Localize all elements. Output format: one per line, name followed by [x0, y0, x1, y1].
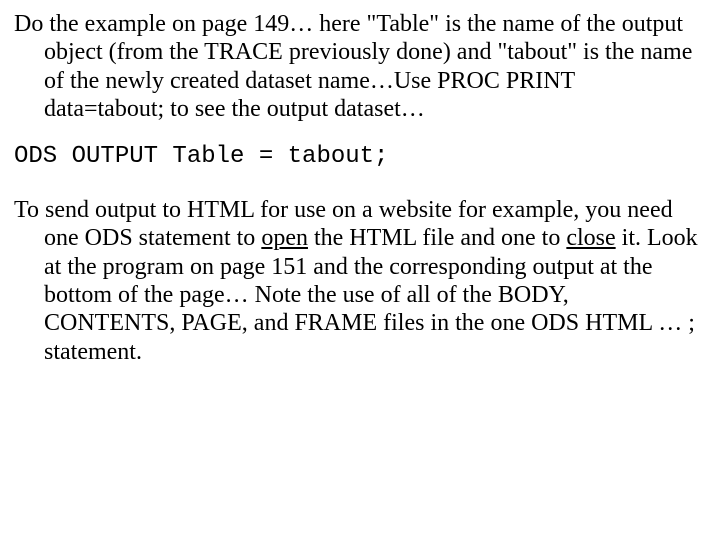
- para2-text-2: the HTML file and one to: [308, 225, 566, 251]
- code-line-ods-output: ODS OUTPUT Table = tabout;: [14, 143, 700, 172]
- paragraph-1: Do the example on page 149… here "Table"…: [14, 10, 700, 123]
- slide-body: Do the example on page 149… here "Table"…: [0, 0, 720, 540]
- para1-text: Do the example on page 149… here "Table"…: [14, 11, 692, 122]
- paragraph-2: To send output to HTML for use on a webs…: [14, 196, 700, 366]
- para2-underline-close: close: [566, 225, 615, 251]
- para2-underline-open: open: [261, 225, 308, 251]
